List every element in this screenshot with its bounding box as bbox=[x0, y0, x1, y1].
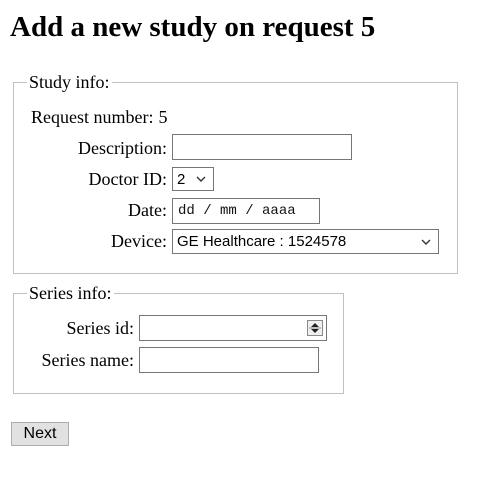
study-info-legend: Study info: bbox=[29, 72, 110, 92]
series-name-field[interactable] bbox=[139, 347, 319, 373]
date-placeholder: dd / mm / aaaa bbox=[178, 203, 296, 219]
chevron-down-icon bbox=[421, 239, 431, 245]
series-id-label-cell: Series id: bbox=[30, 315, 135, 341]
series-name-label-cell: Series name: bbox=[30, 347, 134, 373]
date-field[interactable]: dd / mm / aaaa bbox=[172, 198, 320, 224]
series-id-spinner[interactable] bbox=[307, 320, 323, 336]
device-value: GE Healthcare : 1524578 bbox=[177, 233, 347, 250]
request-number-row: Request number: 5 bbox=[31, 104, 167, 130]
doctor-id-value: 2 bbox=[177, 170, 186, 188]
description-label: Description: bbox=[78, 137, 167, 158]
page-title: Add a new study on request 5 bbox=[10, 11, 376, 43]
doctor-id-label-cell: Doctor ID: bbox=[30, 166, 167, 192]
description-field[interactable] bbox=[172, 134, 352, 160]
request-number-value: 5 bbox=[158, 106, 168, 127]
next-button[interactable]: Next bbox=[11, 422, 69, 446]
series-name-label: Series name: bbox=[41, 349, 134, 370]
doctor-id-select[interactable]: 2 bbox=[172, 167, 214, 191]
request-number-label: Request number: bbox=[31, 106, 154, 127]
device-label: Device: bbox=[111, 230, 167, 251]
series-id-label: Series id: bbox=[66, 317, 135, 338]
series-id-field[interactable] bbox=[139, 315, 327, 341]
series-info-legend: Series info: bbox=[29, 283, 112, 303]
date-label: Date: bbox=[128, 199, 167, 220]
date-label-cell: Date: bbox=[30, 197, 167, 223]
chevron-down-icon bbox=[196, 176, 206, 182]
doctor-id-label: Doctor ID: bbox=[88, 168, 167, 189]
device-label-cell: Device: bbox=[30, 228, 167, 254]
device-select[interactable]: GE Healthcare : 1524578 bbox=[172, 229, 439, 254]
description-label-cell: Description: bbox=[30, 135, 167, 161]
spinner-arrows-icon bbox=[309, 323, 321, 333]
